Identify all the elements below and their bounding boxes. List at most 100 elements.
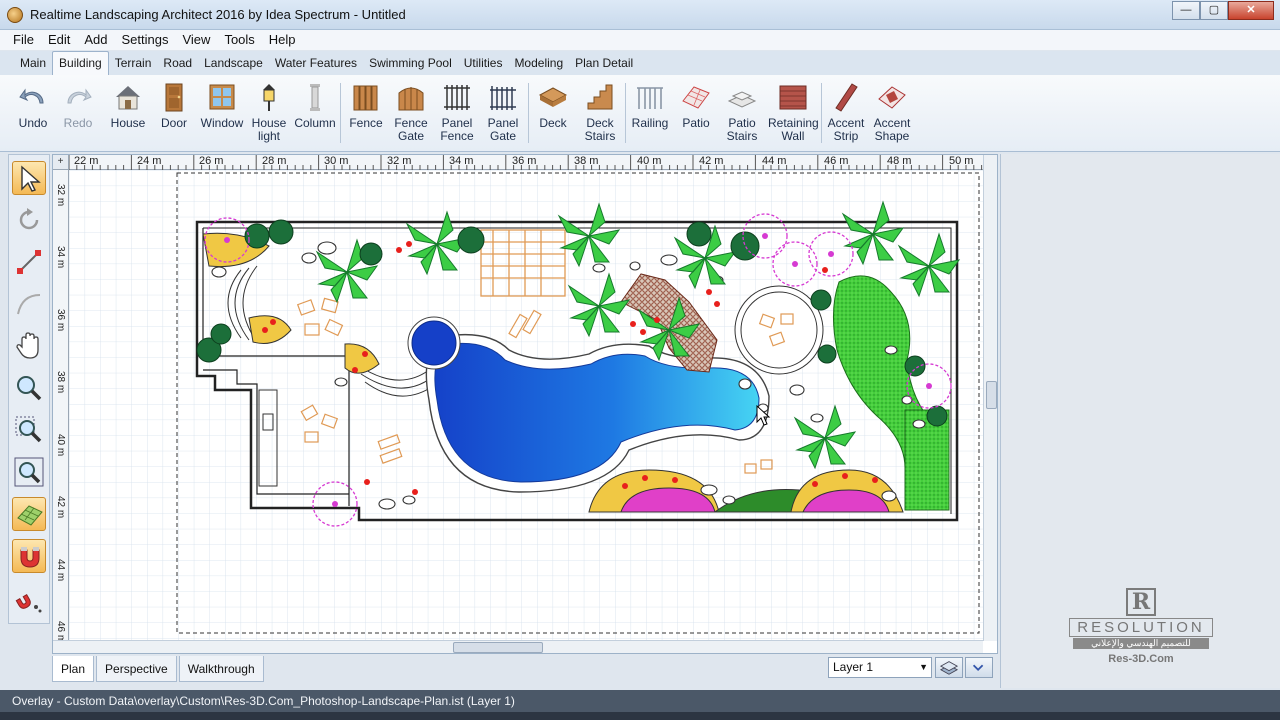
grid-toggle[interactable] [12,497,46,531]
logo-letter: R [1126,588,1156,616]
menu-settings[interactable]: Settings [115,30,176,50]
tab-plan[interactable]: Plan [52,656,95,682]
house-light-button[interactable]: House light [246,81,292,143]
accent-shape-button[interactable]: Accent Shape [869,81,915,143]
tool-label: House [251,116,287,130]
ruler-label: 34 m [55,246,66,269]
fence-button[interactable]: Fence [343,81,389,130]
tab-landscape[interactable]: Landscape [198,52,269,75]
tool-label: Column [294,116,336,130]
tab-perspective[interactable]: Perspective [96,656,177,682]
panel-fence-button[interactable]: Panel Fence [434,81,480,143]
horizontal-scrollbar[interactable] [53,640,983,653]
ruler-origin[interactable]: + [53,155,69,170]
ruler-label: 42 m [699,155,724,167]
pan-tool[interactable] [12,329,46,363]
patio-stairs-button[interactable]: Patio Stairs [719,81,765,143]
layer-dropdown[interactable]: Layer 1 ▼ [828,657,932,678]
rotate-tool[interactable] [12,203,46,237]
patio-button[interactable]: Patio [673,81,719,130]
horizontal-ruler: 22 m 24 m 26 m 28 m 30 m 32 m 34 m 36 m … [69,155,985,170]
tool-label: Fence [394,116,428,130]
layer-selected: Layer 1 [833,660,874,674]
tool-label: Panel [487,116,519,130]
tool-label-2: Fence [440,129,474,143]
landscape-plan[interactable] [69,170,985,640]
magnet-toggle[interactable] [12,539,46,573]
plan-canvas[interactable]: + 22 m 24 m 26 m 28 m 30 m 32 m 34 m 36 … [52,154,998,654]
minimize-button[interactable]: — [1172,1,1200,20]
menu-edit[interactable]: Edit [41,30,77,50]
arc-tool[interactable] [12,287,46,321]
zoom-extents-tool[interactable] [12,455,46,489]
house-button[interactable]: House [105,81,151,130]
menu-file[interactable]: File [6,30,41,50]
window-button[interactable]: Window [199,81,245,130]
arc-icon [17,294,41,315]
deck-button[interactable]: Deck [530,81,576,130]
tab-main[interactable]: Main [14,52,52,75]
snap-tool[interactable] [12,583,46,617]
tab-building[interactable]: Building [52,51,109,75]
toolbar-separator [528,83,529,143]
app-icon[interactable] [7,7,23,23]
menu-add[interactable]: Add [77,30,114,50]
line-icon [17,250,41,274]
redo-icon [67,88,92,104]
retaining-wall-button[interactable]: Retaining Wall [768,81,819,143]
tab-swimming-pool[interactable]: Swimming Pool [363,52,458,75]
magnet-icon [20,547,40,568]
panel-gate-button[interactable]: Panel Gate [480,81,526,143]
pan-hand-icon [16,332,39,359]
menu-view[interactable]: View [175,30,217,50]
layer-manager-button[interactable] [935,657,963,678]
tool-label: Door [160,116,187,130]
taskbar-edge [0,712,1280,720]
zoom-tool[interactable] [12,371,46,405]
house-light-icon [263,84,275,111]
close-button[interactable]: ✕ [1228,1,1274,20]
select-tool[interactable] [12,161,46,195]
tab-water-features[interactable]: Water Features [269,52,363,75]
fence-gate-button[interactable]: Fence Gate [388,81,434,143]
deck-stairs-button[interactable]: Deck Stairs [577,81,623,143]
column-button[interactable]: Column [292,81,338,130]
logo-word: RESOLUTION [1069,618,1213,637]
vertical-scrollbar[interactable] [983,155,997,641]
vertical-scroll-thumb[interactable] [986,381,997,409]
tab-road[interactable]: Road [157,52,198,75]
zoom-window-tool[interactable] [12,413,46,447]
tab-utilities[interactable]: Utilities [458,52,509,75]
tab-terrain[interactable]: Terrain [109,52,158,75]
menu-bar: File Edit Add Settings View Tools Help [0,30,1280,50]
ruler-label: 50 m [949,155,974,167]
redo-button[interactable]: Redo [55,81,101,130]
tab-plan-detail[interactable]: Plan Detail [569,52,639,75]
accent-strip-button[interactable]: Accent Strip [823,81,869,143]
tool-label-2: Shape [874,129,910,143]
tool-label: Deck [539,116,567,130]
door-button[interactable]: Door [151,81,197,130]
undo-button[interactable]: Undo [10,81,56,130]
tool-label-2: Gate [397,129,424,143]
ruler-label: 48 m [887,155,912,167]
railing-button[interactable]: Railing [627,81,673,130]
line-tool[interactable] [12,245,46,279]
layer-options-button[interactable] [965,657,993,678]
maximize-button[interactable]: ▢ [1200,1,1228,20]
ruler-label: 38 m [574,155,599,167]
ruler-label: 38 m [55,371,66,394]
menu-tools[interactable]: Tools [217,30,261,50]
horizontal-scroll-thumb[interactable] [453,642,543,653]
ruler-label: 28 m [262,155,287,167]
accent-shape-icon [878,86,906,109]
plan-drawing [69,170,985,640]
tab-modeling[interactable]: Modeling [508,52,569,75]
ruler-label: 24 m [137,155,162,167]
menu-help[interactable]: Help [262,30,303,50]
tab-walkthrough[interactable]: Walkthrough [178,656,264,682]
tool-label-2: Wall [781,129,805,143]
deck-icon [538,87,568,107]
status-text: Overlay - Custom Data\overlay\Custom\Res… [12,694,515,708]
grid-icon [17,505,43,526]
